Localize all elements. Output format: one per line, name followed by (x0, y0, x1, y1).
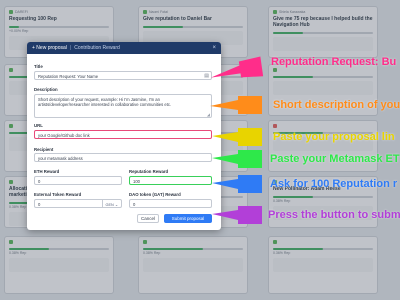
annotation-submit: Press the button to subm (268, 209, 400, 221)
annotation-description: Short description of you (273, 99, 400, 111)
annotation-url: Paste your proposal lin (273, 131, 395, 143)
arrow-url (212, 128, 262, 146)
annotation-arrows (210, 56, 264, 224)
arrow-submit (212, 206, 262, 224)
arrow-description (210, 96, 262, 114)
arrow-reputation (212, 175, 262, 193)
arrow-recipient (212, 150, 262, 168)
annotation-recipient: Paste your Metamask ET (270, 153, 400, 165)
annotation-reputation: Ask for 100 Reputation r (270, 178, 398, 190)
annotation-title: Reputation Request: Bu (271, 56, 397, 68)
arrow-title (210, 56, 264, 78)
